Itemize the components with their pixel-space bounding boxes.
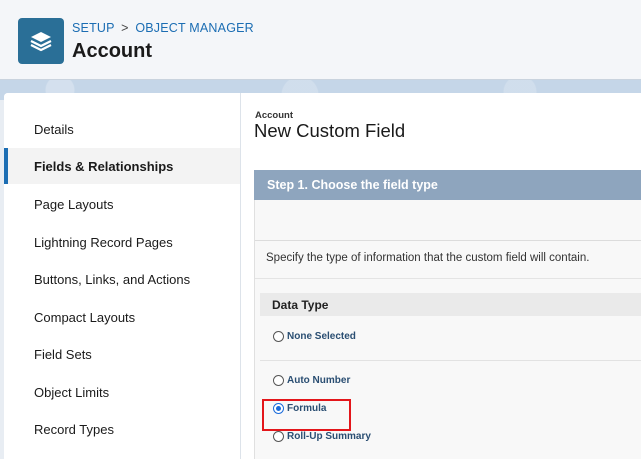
divider xyxy=(260,360,641,361)
radio-auto-number[interactable] xyxy=(273,374,284,386)
step-panel: Specify the type of information that the… xyxy=(254,200,641,459)
sidebar: Details Fields & Relationships Page Layo… xyxy=(4,93,241,459)
main-content: Account New Custom Field Step 1. Choose … xyxy=(241,93,641,459)
sidebar-item-fields-relationships[interactable]: Fields & Relationships xyxy=(4,148,240,184)
content-card: Details Fields & Relationships Page Layo… xyxy=(4,93,641,459)
sidebar-item-field-sets[interactable]: Field Sets xyxy=(4,336,240,372)
option-formula[interactable]: Formula xyxy=(273,399,326,417)
sidebar-item-compact-layouts[interactable]: Compact Layouts xyxy=(4,299,240,335)
object-header: SETUP > OBJECT MANAGER Account xyxy=(0,0,641,80)
step-title: Step 1. Choose the field type xyxy=(267,178,438,192)
option-roll-up-summary[interactable]: Roll-Up Summary xyxy=(273,427,371,445)
radio-formula[interactable] xyxy=(273,402,284,414)
instructions-text: Specify the type of information that the… xyxy=(266,252,590,264)
breadcrumb-object-manager[interactable]: OBJECT MANAGER xyxy=(135,21,254,35)
option-none-selected[interactable]: None Selected xyxy=(273,327,356,345)
option-label-auto-number: Auto Number xyxy=(287,374,351,386)
divider xyxy=(255,278,641,279)
page-title: Account xyxy=(72,40,152,62)
sidebar-item-details[interactable]: Details xyxy=(4,111,240,147)
sidebar-item-record-types[interactable]: Record Types xyxy=(4,411,240,447)
option-label-formula: Formula xyxy=(287,402,327,414)
breadcrumb: SETUP > OBJECT MANAGER xyxy=(72,21,254,35)
option-label-roll-up-summary: Roll-Up Summary xyxy=(287,430,371,442)
page-heading: New Custom Field xyxy=(254,120,406,141)
radio-roll-up-summary[interactable] xyxy=(273,430,284,442)
button-bar xyxy=(255,200,641,241)
sidebar-item-buttons-links-actions[interactable]: Buttons, Links, and Actions xyxy=(4,261,240,297)
breadcrumb-separator: > xyxy=(121,21,129,35)
sidebar-item-object-limits[interactable]: Object Limits xyxy=(4,374,240,410)
sidebar-item-page-layouts[interactable]: Page Layouts xyxy=(4,186,240,222)
step-header: Step 1. Choose the field type xyxy=(254,170,641,200)
breadcrumb-setup[interactable]: SETUP xyxy=(72,21,114,35)
sidebar-item-lightning-record-pages[interactable]: Lightning Record Pages xyxy=(4,224,240,260)
data-type-header: Data Type xyxy=(260,293,641,316)
layers-icon xyxy=(18,18,64,64)
radio-none-selected[interactable] xyxy=(273,330,284,342)
option-label-none-selected: None Selected xyxy=(287,330,356,342)
option-auto-number[interactable]: Auto Number xyxy=(273,371,350,389)
